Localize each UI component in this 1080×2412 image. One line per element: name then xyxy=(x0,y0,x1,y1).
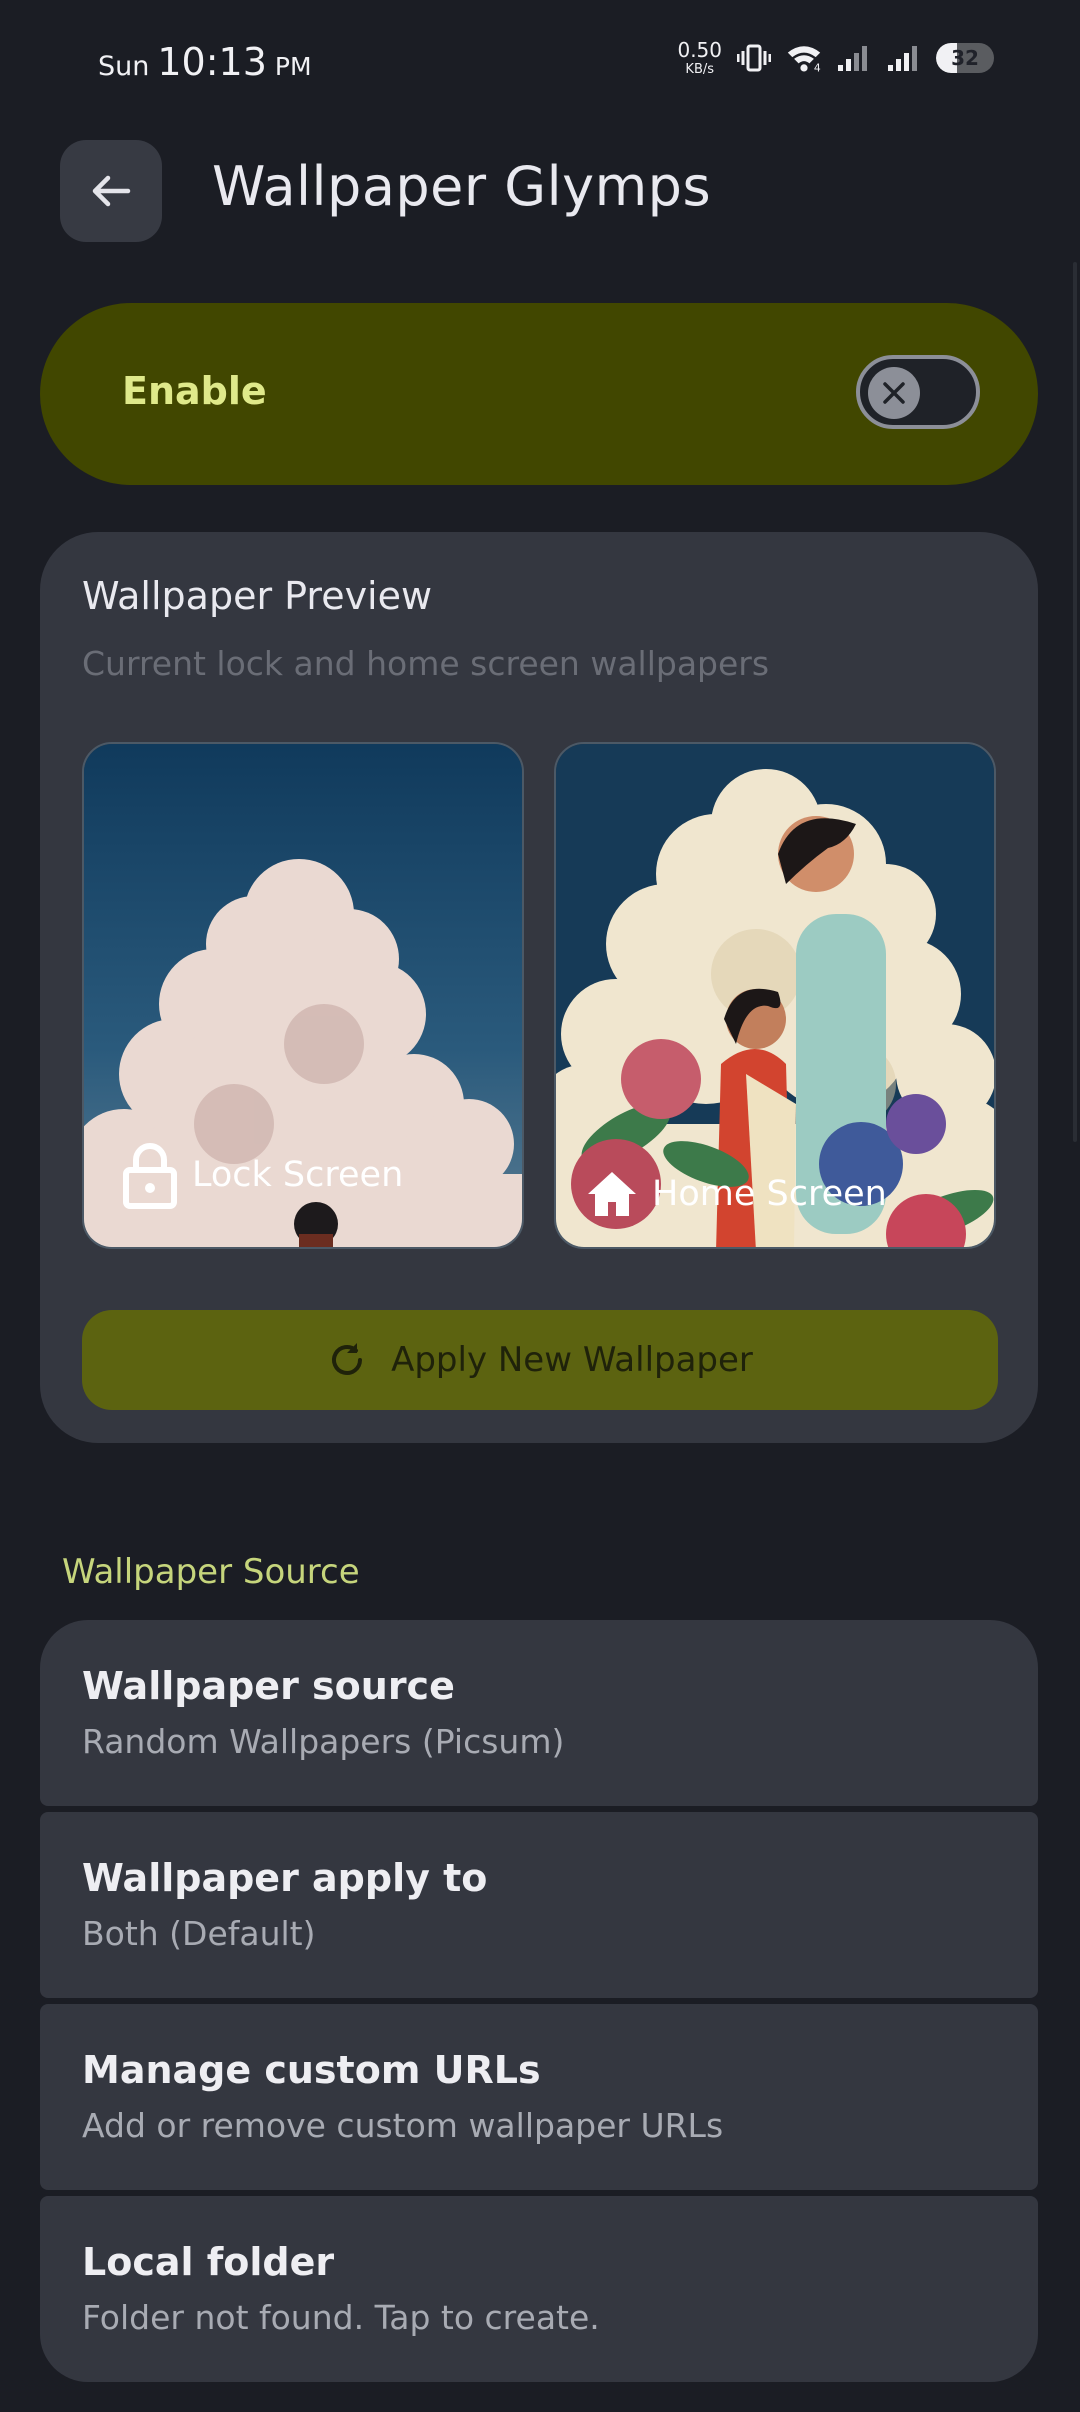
scrollbar[interactable] xyxy=(1073,262,1077,1142)
battery-icon: 32 xyxy=(936,43,994,73)
page-title: Wallpaper Glymps xyxy=(212,155,712,218)
section-title: Wallpaper Source xyxy=(62,1552,360,1592)
status-day: Sun xyxy=(98,51,150,82)
net-speed-value: 0.50 xyxy=(677,38,722,62)
battery-level: 32 xyxy=(951,46,979,70)
signal-icon xyxy=(836,42,872,74)
enable-label: Enable xyxy=(122,369,267,413)
lock-screen-label: Lock Screen xyxy=(192,1155,404,1195)
preview-subtitle: Current lock and home screen wallpapers xyxy=(82,644,770,683)
status-clock: 10:13 xyxy=(157,40,267,84)
wifi-icon: 4 xyxy=(786,42,822,74)
home-screen-label-group: Home Screen xyxy=(586,1170,887,1218)
preview-title: Wallpaper Preview xyxy=(82,574,433,618)
vibrate-icon xyxy=(736,42,772,74)
wallpaper-preview-card: Wallpaper Preview Current lock and home … xyxy=(40,532,1038,1443)
setting-title: Wallpaper apply to xyxy=(82,1856,488,1900)
apply-button-label: Apply New Wallpaper xyxy=(391,1340,753,1380)
apply-new-wallpaper-button[interactable]: Apply New Wallpaper xyxy=(82,1310,998,1410)
back-button[interactable] xyxy=(60,140,162,242)
toggle-knob xyxy=(868,367,920,419)
net-speed-unit: KB/s xyxy=(685,62,715,77)
manage-custom-urls-setting[interactable]: Manage custom URLs Add or remove custom … xyxy=(40,2004,1038,2190)
status-icons: 0.50 KB/s 4 32 xyxy=(677,40,994,76)
lock-icon xyxy=(123,1143,177,1209)
refresh-icon xyxy=(332,1343,363,1375)
enable-toggle[interactable] xyxy=(856,355,980,429)
home-screen-label: Home Screen xyxy=(652,1174,887,1214)
setting-title: Manage custom URLs xyxy=(82,2048,541,2092)
setting-subtitle: Add or remove custom wallpaper URLs xyxy=(82,2106,724,2145)
wallpaper-source-setting[interactable]: Wallpaper source Random Wallpapers (Pics… xyxy=(40,1620,1038,1806)
status-time: Sun 10:13 PM xyxy=(98,40,312,84)
lock-screen-label-group: Lock Screen xyxy=(122,1140,403,1210)
setting-title: Wallpaper source xyxy=(82,1664,455,1708)
home-screen-preview[interactable]: Home Screen xyxy=(554,742,996,1249)
enable-card[interactable]: Enable xyxy=(40,303,1038,485)
arrow-back-icon xyxy=(92,175,131,207)
net-speed: 0.50 KB/s xyxy=(677,40,722,76)
setting-subtitle: Both (Default) xyxy=(82,1914,316,1953)
lock-screen-preview[interactable]: Lock Screen xyxy=(82,742,524,1249)
status-ampm: PM xyxy=(274,52,312,81)
setting-subtitle: Random Wallpapers (Picsum) xyxy=(82,1722,565,1761)
svg-text:4: 4 xyxy=(814,62,821,75)
signal-icon-2 xyxy=(886,42,922,74)
wallpaper-apply-to-setting[interactable]: Wallpaper apply to Both (Default) xyxy=(40,1812,1038,1998)
setting-subtitle: Folder not found. Tap to create. xyxy=(82,2298,600,2337)
status-bar: Sun 10:13 PM 0.50 KB/s 4 32 xyxy=(0,0,1080,120)
setting-title: Local folder xyxy=(82,2240,335,2284)
home-icon xyxy=(588,1172,636,1216)
local-folder-setting[interactable]: Local folder Folder not found. Tap to cr… xyxy=(40,2196,1038,2382)
close-icon xyxy=(883,382,905,404)
